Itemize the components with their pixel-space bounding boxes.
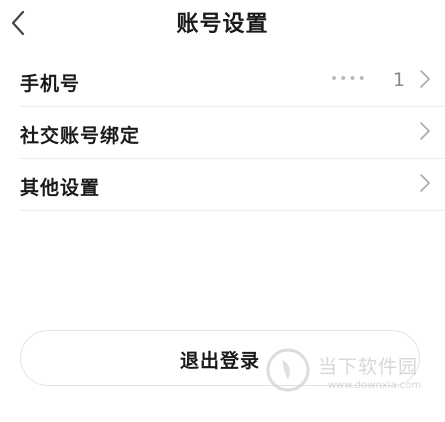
watermark-logo-icon	[266, 348, 310, 392]
row-label: 其他设置	[20, 177, 101, 199]
chevron-right-icon	[420, 70, 430, 88]
chevron-right-icon	[420, 174, 430, 192]
header-bar: 账号设置	[0, 0, 445, 46]
row-label: 手机号	[20, 73, 81, 95]
page-title: 账号设置	[176, 12, 269, 37]
row-label: 社交账号绑定	[20, 125, 141, 147]
settings-list: 手机号 •••• 1 社交账号绑定 其他设置	[0, 55, 445, 211]
phone-number-tail: 1	[392, 69, 405, 91]
watermark-text: 当下软件园	[318, 356, 419, 378]
watermark: 当下软件园 www.downxia.com	[262, 342, 442, 402]
row-social-account-binding[interactable]: 社交账号绑定	[20, 107, 445, 159]
row-phone-number[interactable]: 手机号 •••• 1	[20, 55, 445, 107]
row-other-settings[interactable]: 其他设置	[20, 159, 445, 211]
chevron-right-icon	[420, 122, 430, 140]
watermark-url: www.downxia.com	[328, 380, 422, 391]
phone-number-mask: ••••	[329, 71, 367, 87]
account-settings-page: 账号设置 手机号 •••• 1 社交账号绑定 其他设置 退出登录 当下软件园 w…	[0, 0, 445, 422]
phone-number-value: •••• 1	[330, 69, 405, 91]
